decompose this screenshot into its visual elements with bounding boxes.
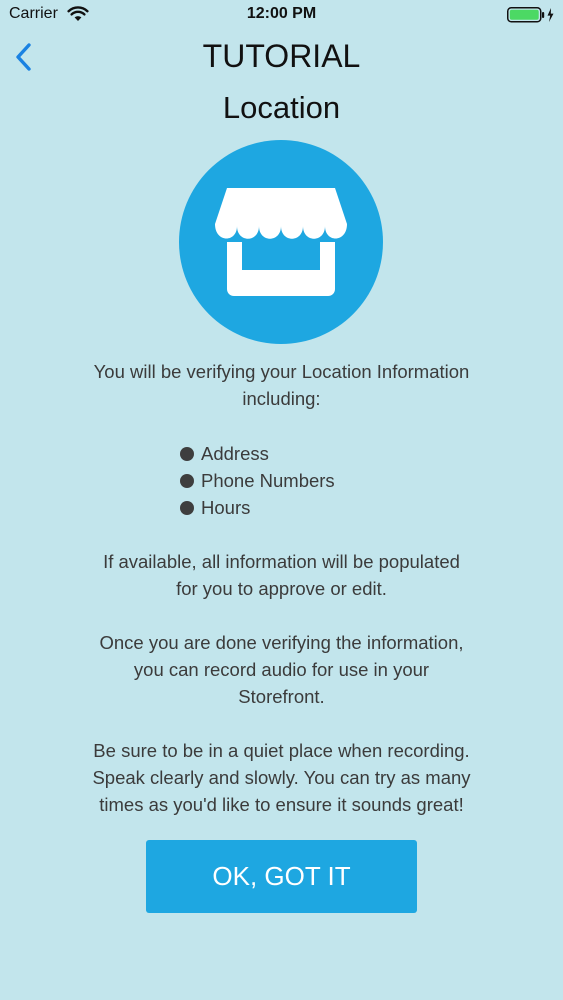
intro-line: including: — [242, 388, 321, 409]
populated-info-text: If available, all information will be po… — [40, 548, 523, 602]
bullet-label: Phone Numbers — [201, 470, 335, 491]
intro-text: You will be verifying your Location Info… — [40, 358, 523, 412]
page-title: TUTORIAL — [202, 38, 361, 74]
bullet-icon — [180, 473, 194, 488]
storefront-icon — [215, 188, 347, 296]
ok-got-it-button[interactable]: OK, GOT IT — [146, 840, 417, 913]
paragraph-line: Be sure to be in a quiet place when reco… — [93, 740, 470, 761]
battery-charging-icon — [507, 7, 555, 23]
bullet-icon — [180, 500, 194, 515]
bullet-icon — [180, 446, 194, 461]
bullet-label: Address — [201, 443, 269, 464]
list-item: Hours — [180, 494, 335, 521]
paragraph-line: you can record audio for use in your — [133, 659, 430, 680]
intro-line: You will be verifying your Location Info… — [93, 361, 470, 382]
bullet-label: Hours — [201, 497, 251, 518]
info-bullet-list: Address Phone Numbers Hours — [180, 440, 335, 521]
recording-tips-text: Be sure to be in a quiet place when reco… — [40, 737, 523, 818]
record-audio-text: Once you are done verifying the informat… — [40, 629, 523, 710]
list-item: Phone Numbers — [180, 467, 335, 494]
page-subtitle: Location — [222, 90, 341, 125]
paragraph-line: If available, all information will be po… — [103, 551, 460, 572]
paragraph-line: Storefront. — [238, 686, 325, 707]
status-time: 12:00 PM — [246, 5, 317, 22]
status-bar: Carrier 12:00 PM — [0, 0, 563, 30]
paragraph-line: for you to approve or edit. — [176, 578, 387, 599]
paragraph-line: times as you'd like to ensure it sounds … — [99, 794, 464, 815]
storefront-badge — [179, 140, 383, 344]
paragraph-line: Once you are done verifying the informat… — [99, 632, 464, 653]
paragraph-line: Speak clearly and slowly. You can try as… — [92, 767, 471, 788]
list-item: Address — [180, 440, 335, 467]
